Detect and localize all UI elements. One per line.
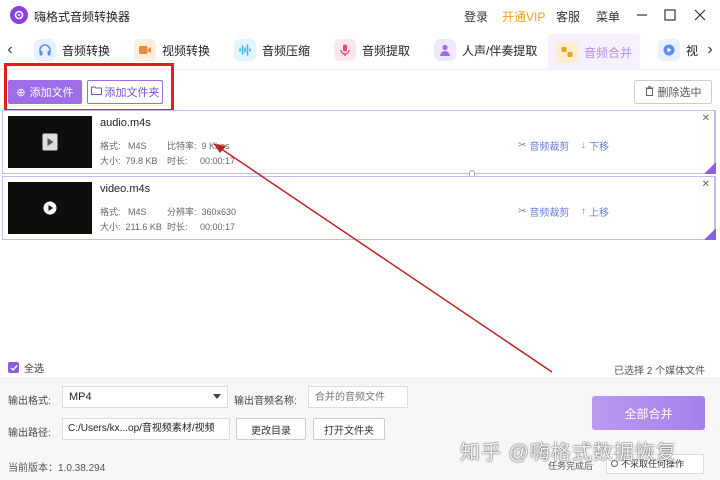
tab-audio-convert[interactable]: 音频转换 — [34, 34, 110, 66]
output-name-input[interactable] — [308, 386, 408, 408]
output-format-label: 输出格式: — [8, 396, 51, 407]
file-row-video[interactable]: video.m4s 格式: M4S 分辨率: 360x630 大小: 211.6… — [2, 176, 716, 240]
close-icon[interactable] — [690, 5, 710, 25]
file-size: 大小: 79.8 KB — [100, 156, 158, 166]
app-title: 嗨格式音频转换器 — [34, 10, 131, 24]
remove-file-icon[interactable]: ✕ — [702, 113, 710, 124]
file-format: 格式: M4S — [100, 207, 147, 217]
vip-link[interactable]: 开通VIP — [502, 8, 545, 25]
file-bitrate: 比特率: 9 Kbps — [167, 141, 230, 151]
add-file-label: 添加文件 — [29, 87, 74, 99]
person-icon — [434, 39, 456, 61]
change-directory-button[interactable]: 更改目录 — [236, 418, 306, 440]
trim-audio-button[interactable]: ✂ 音频裁剪 — [518, 204, 569, 219]
maximize-icon[interactable] — [660, 5, 680, 25]
checkbox-checked-icon — [8, 362, 19, 373]
file-resolution: 分辨率: 360x630 — [167, 207, 237, 217]
remove-file-icon[interactable]: ✕ — [702, 179, 710, 190]
arrow-up-icon: ↑ — [581, 206, 586, 217]
chevron-down-icon — [213, 394, 221, 399]
select-all-label: 全选 — [24, 364, 44, 375]
output-path-field[interactable]: C:/Users/kx...op/音视频素材/视频 — [62, 418, 230, 440]
merge-all-button[interactable]: 全部合并 — [592, 396, 705, 430]
tab-audio-extract[interactable]: 音频提取 — [334, 34, 410, 66]
video-thumbnail — [8, 182, 92, 234]
file-size: 大小: 211.6 KB — [100, 222, 162, 232]
microphone-icon — [334, 39, 356, 61]
tab-video-partial[interactable]: 视 — [658, 34, 698, 66]
add-folder-label: 添加文件夹 — [104, 87, 160, 99]
tab-label: 音频提取 — [362, 43, 411, 58]
audio-thumbnail — [8, 116, 92, 168]
tab-vocal-extract[interactable]: 人声/伴奏提取 — [434, 34, 537, 66]
tab-audio-compress[interactable]: 音频压缩 — [234, 34, 310, 66]
tab-label: 音频合并 — [584, 45, 633, 60]
add-folder-button[interactable]: 添加文件夹 — [87, 80, 163, 104]
headphones-icon — [34, 39, 56, 61]
selected-corner-icon — [704, 162, 716, 174]
add-file-button[interactable]: ⊕ 添加文件 — [8, 80, 82, 104]
move-up-button[interactable]: ↑ 上移 — [581, 204, 609, 219]
file-format: 格式: M4S — [100, 141, 147, 151]
scissors-icon: ✂ — [518, 140, 527, 151]
tabs-scroll-right-icon[interactable]: › — [703, 40, 717, 60]
file-name: audio.m4s — [100, 117, 151, 129]
menu-link[interactable]: 菜单 — [596, 8, 620, 25]
arrow-down-icon: ↓ — [581, 140, 586, 151]
tab-label: 人声/伴奏提取 — [462, 43, 538, 58]
tab-label: 视频转换 — [162, 43, 211, 58]
video-icon — [134, 39, 156, 61]
merge-icon — [556, 41, 578, 63]
trim-audio-button[interactable]: ✂ 音频裁剪 — [518, 138, 569, 153]
tab-label: 音频压缩 — [262, 43, 311, 58]
open-folder-button[interactable]: 打开文件夹 — [313, 418, 385, 440]
file-duration: 时长: 00:00:17 — [167, 156, 236, 166]
watermark-text: 知乎 @嗨格式数据恢复 — [460, 442, 677, 464]
tabs-scroll-left-icon[interactable]: ‹ — [3, 40, 17, 60]
file-row-audio[interactable]: audio.m4s 格式: M4S 比特率: 9 Kbps 大小: 79.8 K… — [2, 110, 716, 174]
selected-corner-icon — [704, 228, 716, 240]
select-all-checkbox[interactable]: 全选 — [8, 360, 44, 375]
folder-icon — [90, 86, 102, 98]
tab-audio-merge[interactable]: 音频合并 — [548, 34, 641, 70]
delete-selected-button[interactable]: 删除选中 — [634, 80, 712, 104]
login-link[interactable]: 登录 — [464, 8, 488, 25]
tab-label: 音频转换 — [62, 43, 111, 58]
output-path-label: 输出路径: — [8, 428, 51, 439]
support-link[interactable]: 客服 — [556, 8, 580, 25]
file-duration: 时长: 00:00:17 — [167, 222, 236, 232]
output-name-label: 输出音频名称: — [234, 396, 297, 407]
minimize-icon[interactable] — [632, 5, 652, 25]
output-format-select[interactable]: MP4 — [62, 386, 228, 408]
app-logo-icon — [10, 6, 28, 24]
feature-tabs: ‹ 音频转换 视频转换 音频压缩 音频提取 人声/伴奏提取 音频合并 视 › — [0, 30, 720, 70]
version-text: 当前版本：1.0.38.294 — [8, 463, 106, 474]
tab-label: 视 — [686, 43, 699, 58]
trash-icon — [645, 85, 654, 99]
tab-video-convert[interactable]: 视频转换 — [134, 34, 210, 66]
plus-icon: ⊕ — [16, 86, 26, 99]
file-name: video.m4s — [100, 183, 151, 195]
selected-count: 已选择 2 个媒体文件 — [614, 366, 706, 377]
delete-selected-label: 删除选中 — [657, 87, 702, 99]
title-bar: 嗨格式音频转换器 登录 开通VIP 客服 菜单 — [0, 0, 720, 30]
move-down-button[interactable]: ↓ 下移 — [581, 138, 609, 153]
scissors-icon: ✂ — [518, 206, 527, 217]
video-convert-icon — [658, 39, 680, 61]
waveform-icon — [234, 39, 256, 61]
